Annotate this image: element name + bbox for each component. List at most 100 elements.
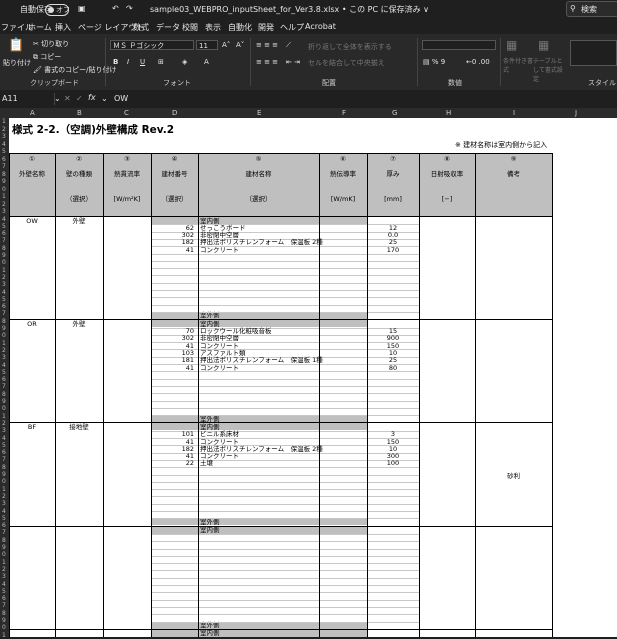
row-number[interactable]: 1 bbox=[2, 486, 6, 493]
column-header-g[interactable]: G bbox=[392, 109, 397, 117]
column-header-i[interactable]: I bbox=[513, 109, 515, 117]
row-number[interactable]: 9 bbox=[2, 398, 6, 405]
column-header-j[interactable]: J bbox=[575, 109, 577, 117]
orientation-icon[interactable]: ⟋ bbox=[286, 41, 291, 50]
paste-icon[interactable]: 📋 bbox=[8, 38, 24, 53]
column-header-a[interactable]: A bbox=[30, 109, 35, 117]
number-format-select[interactable] bbox=[422, 40, 496, 50]
row-number[interactable]: 3 bbox=[2, 427, 6, 434]
row-number[interactable]: 8 bbox=[2, 318, 6, 325]
row-number[interactable]: 3 bbox=[2, 133, 6, 140]
row-number[interactable]: 5 bbox=[2, 296, 6, 303]
row-number[interactable]: 0 bbox=[2, 259, 6, 266]
row-number[interactable]: 3 bbox=[2, 573, 6, 580]
row-number[interactable]: 8 bbox=[2, 245, 6, 252]
row-number[interactable]: 3 bbox=[2, 281, 6, 288]
row-number[interactable]: 2 bbox=[2, 126, 6, 133]
row-number[interactable]: 2 bbox=[2, 347, 6, 354]
row-number[interactable]: 6 bbox=[2, 303, 6, 310]
underline-icon[interactable]: U bbox=[140, 58, 145, 66]
tab-insert[interactable]: 挿入 bbox=[55, 22, 71, 33]
tab-help[interactable]: ヘルプ bbox=[280, 22, 304, 33]
row-number[interactable]: 4 bbox=[2, 289, 6, 296]
row-number[interactable]: 5 bbox=[2, 223, 6, 230]
function-icon[interactable]: fx bbox=[88, 93, 96, 102]
tab-data[interactable]: データ bbox=[156, 22, 180, 33]
tab-review[interactable]: 校閲 bbox=[182, 22, 198, 33]
row-number[interactable]: 0 bbox=[2, 332, 6, 339]
conditional-format-icon[interactable]: ▦ bbox=[506, 38, 517, 52]
row-number[interactable]: 1 bbox=[2, 559, 6, 566]
row-number[interactable]: 5 bbox=[2, 588, 6, 595]
row-number[interactable]: 6 bbox=[2, 595, 6, 602]
worksheet-grid[interactable]: 様式 2-2.（空調)外壁構成 Rev.2 ※ 建材名称は室内側から記入 ① 外壁… bbox=[9, 118, 617, 637]
row-number[interactable]: 5 bbox=[2, 369, 6, 376]
column-header-c[interactable]: C bbox=[124, 109, 129, 117]
paste-button[interactable]: 貼り付け bbox=[3, 58, 31, 68]
row-number[interactable]: 8 bbox=[2, 171, 6, 178]
cancel-icon[interactable]: ✕ bbox=[64, 94, 71, 103]
row-number[interactable]: 1 bbox=[2, 193, 6, 200]
row-number[interactable]: 3 bbox=[2, 354, 6, 361]
row-number[interactable]: 1 bbox=[2, 118, 6, 125]
indent-icon[interactable]: ⇤ ⇥ bbox=[286, 58, 300, 66]
column-header-d[interactable]: D bbox=[172, 109, 177, 117]
fill-color-icon[interactable]: ◈ bbox=[182, 58, 187, 66]
format-painter-button[interactable]: 🖌 書式のコピー/貼り付け bbox=[33, 65, 116, 75]
row-number[interactable]: 1 bbox=[2, 340, 6, 347]
row-number[interactable]: 7 bbox=[2, 310, 6, 317]
increase-font-icon[interactable]: A˄ bbox=[222, 41, 230, 49]
row-number[interactable]: 6 bbox=[2, 449, 6, 456]
italic-icon[interactable]: I bbox=[127, 58, 129, 66]
row-number[interactable]: 6 bbox=[2, 376, 6, 383]
row-number[interactable]: 4 bbox=[2, 581, 6, 588]
align-top-icon[interactable]: ≡ ≡ ≡ bbox=[256, 41, 278, 49]
row-number[interactable]: 0 bbox=[2, 624, 6, 631]
table-format-button[interactable]: テーブルとして書式設定 bbox=[533, 56, 567, 83]
row-number[interactable]: 9 bbox=[2, 178, 6, 185]
currency-icon[interactable]: ▤ % 9 bbox=[423, 58, 445, 66]
row-number[interactable]: 4 bbox=[2, 508, 6, 515]
redo-icon[interactable]: ↷ bbox=[126, 4, 133, 13]
cut-button[interactable]: ✂ 切り取り bbox=[33, 39, 69, 49]
column-header-f[interactable]: F bbox=[342, 109, 346, 117]
row-number[interactable]: 6 bbox=[2, 156, 6, 163]
align-left-icon[interactable]: ≡ ≡ ≡ bbox=[256, 58, 278, 66]
column-header-e[interactable]: E bbox=[257, 109, 261, 117]
row-number[interactable]: 3 bbox=[2, 208, 6, 215]
row-number[interactable]: 2 bbox=[2, 274, 6, 281]
row-number[interactable]: 5 bbox=[2, 442, 6, 449]
row-number[interactable]: 6 bbox=[2, 230, 6, 237]
conditional-format-button[interactable]: 条件付き書式 bbox=[503, 56, 533, 74]
row-number[interactable]: 9 bbox=[2, 617, 6, 624]
row-number[interactable]: 5 bbox=[2, 148, 6, 155]
decimal-icon[interactable]: ←0 .00 bbox=[466, 58, 490, 66]
row-number[interactable]: 0 bbox=[2, 186, 6, 193]
font-size-select[interactable]: 11 bbox=[196, 40, 218, 50]
row-number[interactable]: 4 bbox=[2, 362, 6, 369]
formula-dropdown-icon[interactable]: ⌄ bbox=[101, 94, 108, 103]
row-number[interactable]: 1 bbox=[2, 413, 6, 420]
row-number[interactable]: 3 bbox=[2, 500, 6, 507]
row-number[interactable]: 8 bbox=[2, 464, 6, 471]
row-number[interactable]: 9 bbox=[2, 252, 6, 259]
row-number[interactable]: 5 bbox=[2, 515, 6, 522]
row-number[interactable]: 4 bbox=[2, 435, 6, 442]
row-number[interactable]: 1 bbox=[2, 267, 6, 274]
row-number[interactable]: 9 bbox=[2, 471, 6, 478]
row-number[interactable]: 1 bbox=[2, 632, 6, 639]
tab-formulas[interactable]: 数式 bbox=[133, 22, 149, 33]
row-number[interactable]: 7 bbox=[2, 383, 6, 390]
row-number[interactable]: 8 bbox=[2, 391, 6, 398]
tab-view[interactable]: 表示 bbox=[205, 22, 221, 33]
row-number[interactable]: 6 bbox=[2, 522, 6, 529]
copy-button[interactable]: ⧉ コピー bbox=[33, 52, 61, 62]
undo-icon[interactable]: ↶ bbox=[112, 4, 119, 13]
border-icon[interactable]: ⊞ bbox=[158, 58, 164, 66]
merge-center-button[interactable]: セルを結合して中央揃え bbox=[308, 58, 385, 68]
row-number[interactable]: 7 bbox=[2, 163, 6, 170]
tab-acrobat[interactable]: Acrobat bbox=[305, 22, 336, 31]
row-number[interactable]: 0 bbox=[2, 551, 6, 558]
column-header-h[interactable]: H bbox=[446, 109, 451, 117]
row-number[interactable]: 7 bbox=[2, 602, 6, 609]
